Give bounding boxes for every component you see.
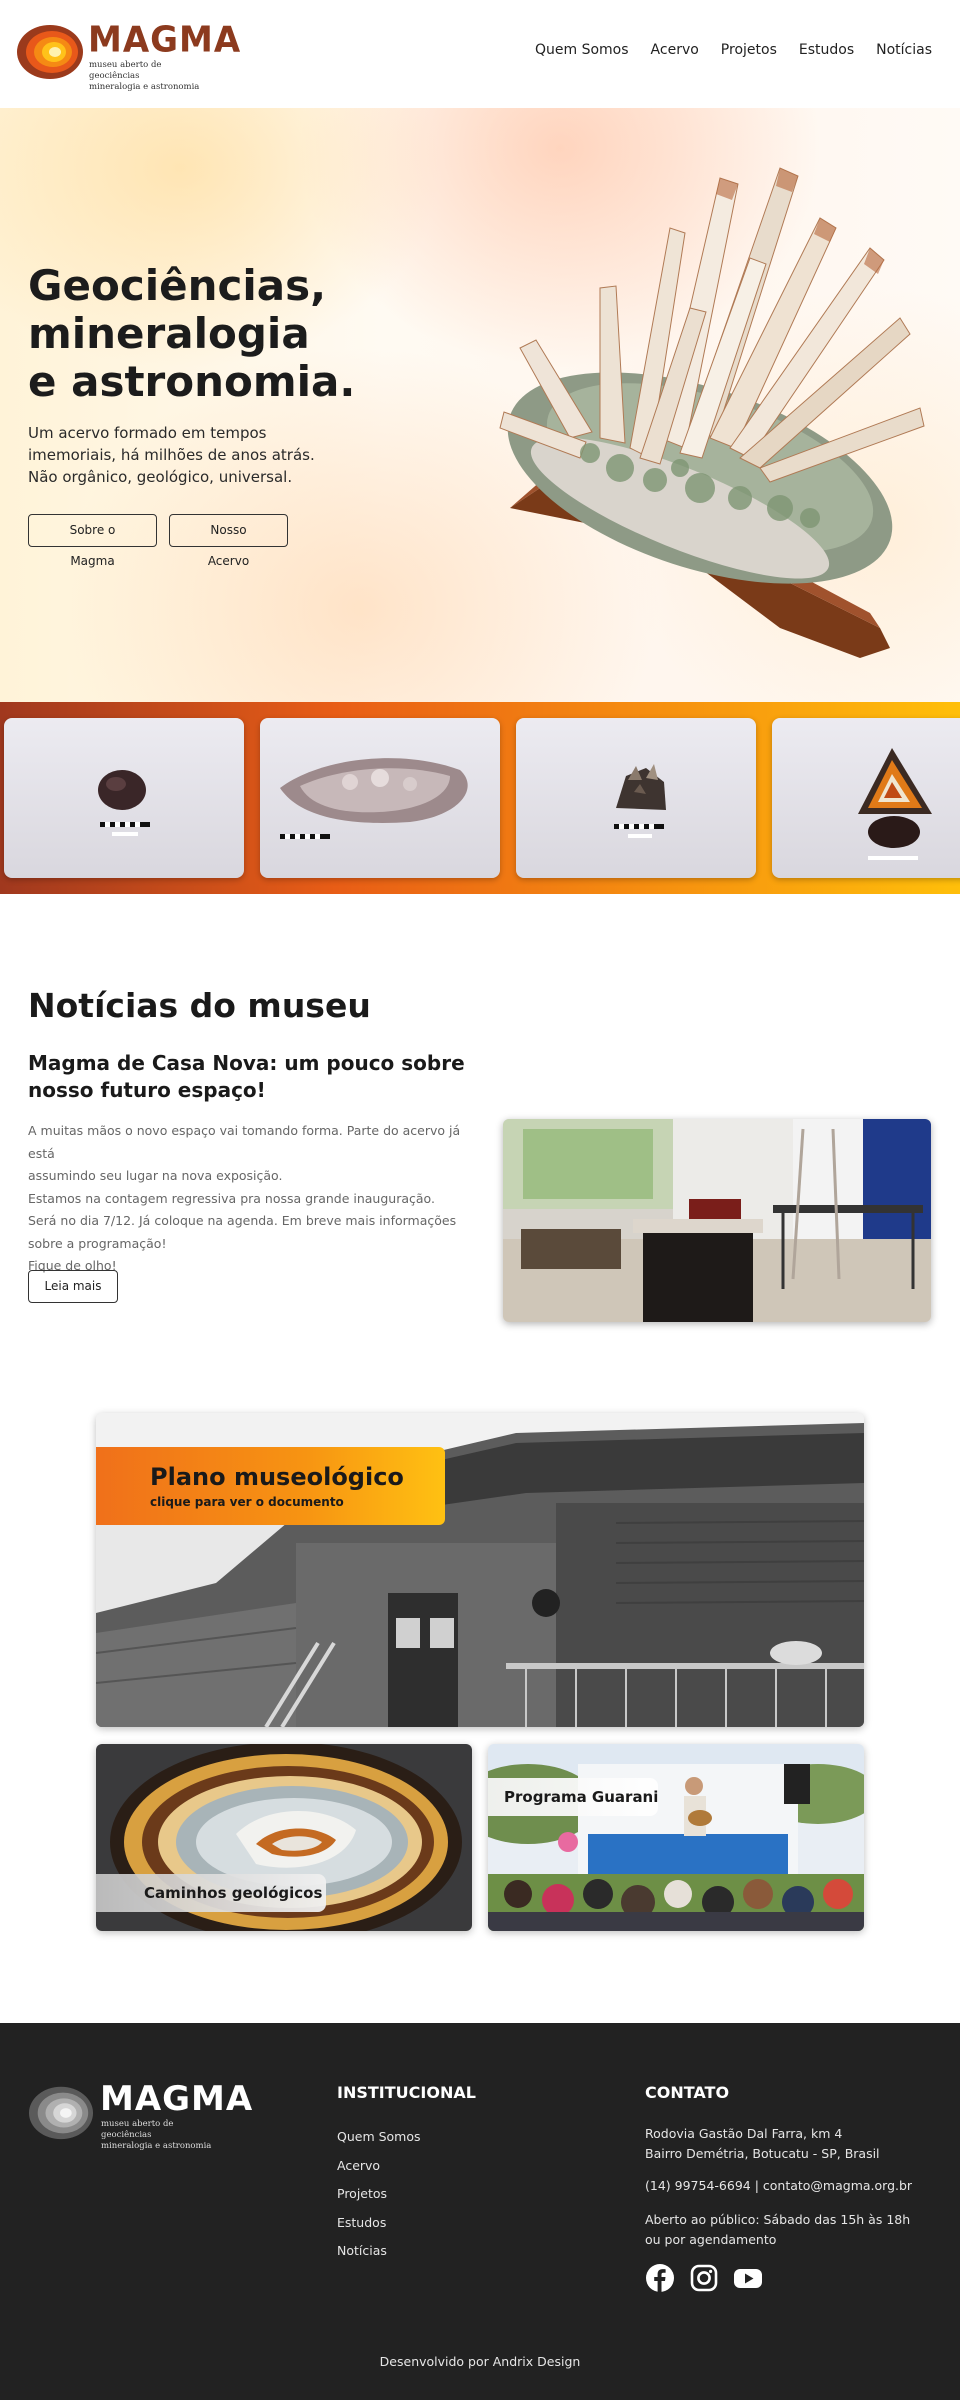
nav-link-quem-somos[interactable]: Quem Somos	[535, 42, 629, 58]
main-nav: Quem Somos Acervo Projetos Estudos Notíc…	[535, 42, 932, 58]
news-section-heading: Notícias do museu	[28, 986, 371, 1025]
youtube-icon[interactable]	[733, 2263, 763, 2293]
hero-title: Geociências, mineralogia e astronomia.	[28, 262, 388, 406]
mineral-specimen-image	[858, 748, 932, 860]
footer-logo[interactable]: MAGMA museu aberto de geociências minera…	[28, 2079, 252, 2151]
hero-title-line: mineralogia	[28, 309, 310, 358]
news-body-line: assumindo seu lugar na nova exposição.	[28, 1168, 283, 1183]
footer-logo-tagline: museu aberto de geociências mineralogia …	[101, 2119, 221, 2152]
magma-logo[interactable]: MAGMA museu aberto de geociências minera…	[16, 19, 240, 92]
news-body-line: A muitas mãos o novo espaço vai tomando …	[28, 1123, 461, 1161]
footer-links: Quem Somos Acervo Projetos Estudos Notíc…	[337, 2123, 421, 2266]
hero-section: Geociências, mineralogia e astronomia. U…	[0, 108, 960, 702]
footer-contato-heading: CONTATO	[645, 2083, 730, 2102]
magma-logo-icon	[17, 25, 83, 79]
mineral-specimen-image	[98, 770, 150, 836]
footer-hours-line: Aberto ao público: Sábado das 15h às 18h	[645, 2212, 911, 2227]
hero-description: Um acervo formado em tempos imemoriais, …	[28, 422, 328, 488]
footer-address-line: Bairro Demétria, Botucatu - SP, Brasil	[645, 2146, 880, 2161]
mineral-specimen-image	[614, 764, 666, 838]
footer-link-estudos[interactable]: Estudos	[337, 2209, 421, 2238]
gallery-item[interactable]	[772, 718, 960, 878]
footer-logo-tagline-line: museu aberto de geociências	[101, 2119, 174, 2140]
nav-link-estudos[interactable]: Estudos	[799, 42, 854, 58]
mineral-crystal-image	[499, 167, 925, 658]
hero-text-line: imemoriais, há milhões de anos atrás.	[28, 446, 315, 464]
outdoor-event-photo	[488, 1744, 864, 1931]
site-footer: MAGMA museu aberto de geociências minera…	[0, 2023, 960, 2400]
footer-address: Rodovia Gastão Dal Farra, km 4 Bairro De…	[645, 2124, 915, 2164]
caminhos-geologicos-card[interactable]: Caminhos geológicos	[96, 1744, 472, 1931]
instagram-icon[interactable]	[689, 2263, 719, 2293]
exhibition-room-image	[503, 1119, 931, 1322]
footer-link-acervo[interactable]: Acervo	[337, 2152, 421, 2181]
hero-title-line: Geociências,	[28, 261, 327, 310]
hero-text-line: Um acervo formado em tempos	[28, 424, 267, 442]
acervo-gallery-strip	[0, 702, 960, 894]
hero-text-line: Não orgânico, geológico, universal.	[28, 468, 293, 486]
news-body-line: sobre a programação!	[28, 1235, 167, 1251]
gallery-item[interactable]	[516, 718, 756, 878]
news-body-line: Será no dia 7/12. Já coloque na agenda. …	[28, 1213, 457, 1228]
footer-logo-tagline-line: mineralogia e astronomia	[101, 2141, 212, 2151]
plano-museologico-card[interactable]: Plano museológico clique para ver o docu…	[96, 1413, 864, 1727]
footer-logo-wordmark: MAGMA	[100, 2079, 254, 2119]
footer-phone-email: (14) 99754-6694 | contato@magma.org.br	[645, 2178, 913, 2193]
leia-mais-button[interactable]: Leia mais	[28, 1270, 118, 1303]
gallery-item[interactable]	[260, 718, 500, 878]
magma-logo-icon	[28, 2086, 94, 2140]
footer-link-projetos[interactable]: Projetos	[337, 2180, 421, 2209]
news-body-line: Estamos na contagem regressiva pra nossa…	[28, 1190, 435, 1206]
footer-link-noticias[interactable]: Notícias	[337, 2237, 421, 2266]
gallery-item[interactable]	[4, 718, 244, 878]
nav-link-acervo[interactable]: Acervo	[651, 42, 699, 58]
footer-hours-line: ou por agendamento	[645, 2232, 777, 2247]
news-article-title[interactable]: Magma de Casa Nova: um pouco sobre nosso…	[28, 1050, 518, 1104]
news-article-photo[interactable]	[503, 1119, 931, 1322]
logo-tagline-line: museu aberto de geociências	[89, 60, 162, 81]
plano-museologico-subtitle: clique para ver o documento	[150, 1495, 344, 1509]
plano-museologico-title: Plano museológico	[150, 1463, 404, 1491]
logo-wordmark: MAGMA	[88, 19, 242, 61]
sobre-o-magma-button[interactable]: Sobre o Magma	[28, 514, 157, 568]
news-article-body: A muitas mãos o novo espaço vai tomando …	[28, 1120, 478, 1278]
caminhos-geologicos-label: Caminhos geológicos	[96, 1874, 326, 1912]
site-header: MAGMA museu aberto de geociências minera…	[0, 0, 960, 108]
nav-link-projetos[interactable]: Projetos	[721, 42, 777, 58]
footer-opening-hours: Aberto ao público: Sábado das 15h às 18h…	[645, 2210, 915, 2250]
plano-museologico-banner: Plano museológico clique para ver o docu…	[96, 1447, 445, 1525]
programa-guarani-card[interactable]: Programa Guarani	[488, 1744, 864, 1931]
footer-institucional-heading: INSTITUCIONAL	[337, 2083, 476, 2102]
footer-link-quem-somos[interactable]: Quem Somos	[337, 2123, 421, 2152]
social-links	[645, 2263, 763, 2293]
footer-credit: Desenvolvido por Andrix Design	[379, 2354, 581, 2369]
nosso-acervo-button[interactable]: Nosso Acervo	[169, 514, 288, 568]
footer-address-line: Rodovia Gastão Dal Farra, km 4	[645, 2126, 843, 2141]
nav-link-noticias[interactable]: Notícias	[876, 42, 932, 58]
mineral-specimen-image	[280, 758, 468, 839]
logo-tagline: museu aberto de geociências mineralogia …	[89, 60, 209, 93]
programa-guarani-label: Programa Guarani	[488, 1778, 658, 1816]
logo-tagline-line: mineralogia e astronomia	[89, 82, 200, 92]
facebook-icon[interactable]	[645, 2263, 675, 2293]
hero-title-line: e astronomia.	[28, 357, 356, 406]
